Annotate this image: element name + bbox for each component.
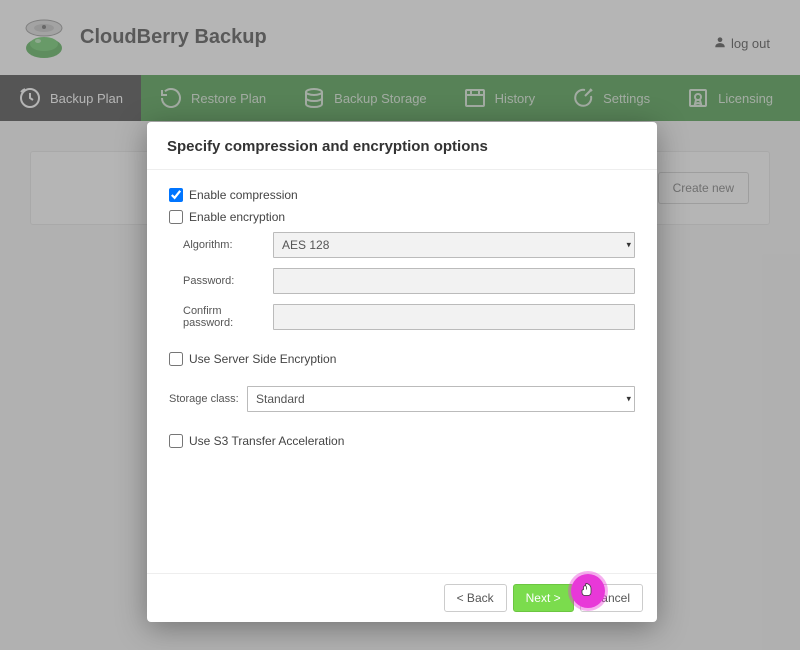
s3-transfer-acceleration-row[interactable]: Use S3 Transfer Acceleration xyxy=(169,434,635,448)
back-button[interactable]: < Back xyxy=(444,584,507,612)
storage-class-select[interactable] xyxy=(247,386,635,412)
password-label: Password: xyxy=(183,275,273,287)
s3-transfer-acceleration-label: Use S3 Transfer Acceleration xyxy=(189,434,344,448)
server-side-encryption-row[interactable]: Use Server Side Encryption xyxy=(169,352,635,366)
confirm-password-input[interactable] xyxy=(273,304,635,330)
enable-compression-label: Enable compression xyxy=(189,188,298,202)
confirm-password-label: Confirm password: xyxy=(183,305,273,329)
s3-transfer-acceleration-checkbox[interactable] xyxy=(169,434,183,448)
cancel-button[interactable]: Cancel xyxy=(580,584,643,612)
enable-encryption-label: Enable encryption xyxy=(189,210,285,224)
storage-class-label: Storage class: xyxy=(169,393,247,405)
enable-encryption-row[interactable]: Enable encryption xyxy=(169,210,635,224)
algorithm-label: Algorithm: xyxy=(183,239,273,251)
modal-title: Specify compression and encryption optio… xyxy=(167,138,637,155)
modal-header: Specify compression and encryption optio… xyxy=(147,122,657,170)
algorithm-select[interactable] xyxy=(273,232,635,258)
server-side-encryption-label: Use Server Side Encryption xyxy=(189,352,336,366)
encryption-fields: Algorithm: ▾ Password: Confirm password: xyxy=(183,232,635,330)
modal-footer: < Back Next > Cancel xyxy=(147,573,657,622)
modal-body: Enable compression Enable encryption Alg… xyxy=(147,170,657,573)
password-input[interactable] xyxy=(273,268,635,294)
enable-compression-checkbox[interactable] xyxy=(169,188,183,202)
compression-encryption-modal: Specify compression and encryption optio… xyxy=(147,122,657,622)
enable-encryption-checkbox[interactable] xyxy=(169,210,183,224)
server-side-encryption-checkbox[interactable] xyxy=(169,352,183,366)
enable-compression-row[interactable]: Enable compression xyxy=(169,188,635,202)
next-button[interactable]: Next > xyxy=(513,584,574,612)
